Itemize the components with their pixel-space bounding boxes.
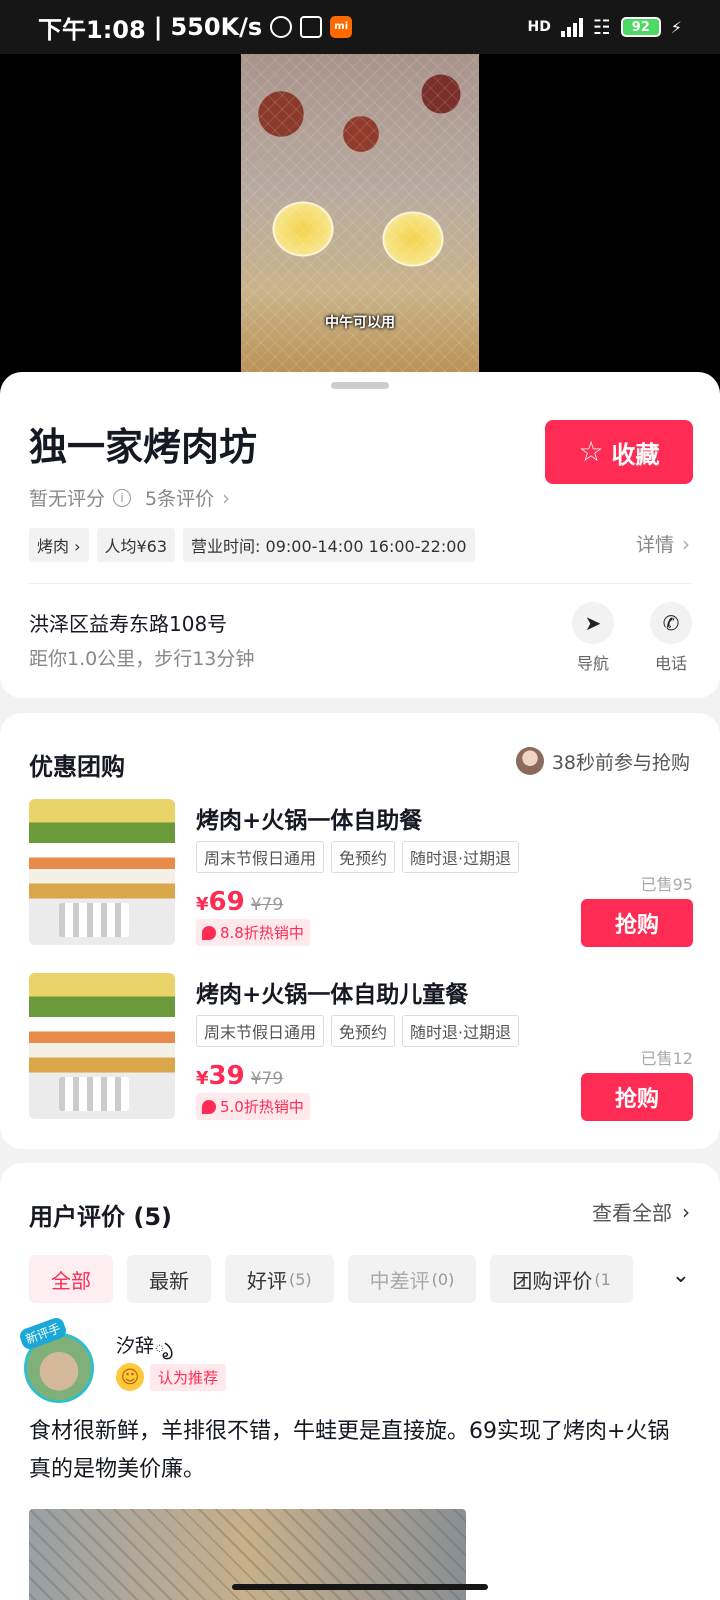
rating-text: 暂无评分 [29,488,106,510]
filter-latest[interactable]: 最新 [127,1255,211,1303]
hours-tag: 营业时间: 09:00-14:00 16:00-22:00 [183,528,475,562]
favorite-button[interactable]: ☆ 收藏 [545,420,693,484]
deal-tags: 周末节假日通用 免预约 随时退·过期退 [196,841,520,873]
deal-tag: 周末节假日通用 [196,841,325,873]
filter-all[interactable]: 全部 [29,1255,113,1303]
smiley-icon: ☺ [116,1363,144,1391]
sold-count: 已售12 [640,1049,693,1068]
favorite-label: 收藏 [611,440,660,469]
avatar [515,747,544,775]
category-tag[interactable]: 烤肉 › [29,528,89,562]
reviews-card: 用户评价 (5) 查看全部 › 全部 最新 好评 (5) 中差评 (0) 团购评价(… [0,1163,720,1600]
chevron-right-icon: › [222,485,231,510]
shop-tags: 烤肉 › 人均¥63 营业时间: 09:00-14:00 16:00-22:00 [29,528,475,562]
video-caption: 中午可以用 [325,315,395,331]
deal-tag: 免预约 [331,1015,396,1047]
deal-item[interactable]: 烤肉+火锅一体自助儿童餐 周末节假日通用 免预约 随时退·过期退 ¥39 ¥79… [29,973,693,1123]
alarm-icon [270,16,293,38]
shop-name: 独一家烤肉坊 [29,425,258,469]
status-speed: 550K/s [170,13,263,41]
see-all-link[interactable]: 查看全部 › [592,1197,690,1226]
deal-image [29,799,175,945]
shop-info-card: 独一家烤肉坊 ☆ 收藏 暂无评分 i 5条评价 › 烤肉 › 人均¥63 营业时… [0,372,720,698]
navigation-button[interactable]: ➤ 导航 [568,602,618,674]
price-row: ¥39 ¥79 [196,1061,283,1091]
video-player[interactable]: 中午可以用 [0,54,720,394]
deal-tags: 周末节假日通用 免预约 随时退·过期退 [196,1015,520,1047]
status-right: HD ☷ 92 ⚡ [527,15,682,39]
original-price: ¥79 [250,895,284,915]
status-bar: 下午1:08 | 550K/s mi HD ☷ 92 ⚡ [0,0,720,54]
deals-card: 优惠团购 38秒前参与抢购 烤肉+火锅一体自助餐 周末节假日通用 免预约 随时退… [0,713,720,1149]
buy-button[interactable]: 抢购 [581,1073,693,1121]
deal-tag: 随时退·过期退 [402,1015,520,1047]
deal-tag: 免预约 [331,841,396,873]
original-price: ¥79 [250,1069,284,1089]
deal-tag: 随时退·过期退 [402,841,520,873]
rating-row: 暂无评分 i 5条评价 › [29,484,230,511]
tag-icon [202,1099,216,1114]
buy-button[interactable]: 抢购 [581,899,693,947]
avg-price-tag: 人均¥63 [96,528,176,562]
reviewer-name[interactable]: 汐辞ృ [116,1331,173,1362]
signal-icon [560,17,583,37]
filter-groupbuy[interactable]: 团购评价 (1 [490,1255,633,1303]
promo-badge: 8.8折热销中 [196,919,310,946]
deal-name: 烤肉+火锅一体自助餐 [196,808,423,834]
deal-item[interactable]: 烤肉+火锅一体自助餐 周末节假日通用 免预约 随时退·过期退 ¥69 ¥79 8… [29,799,693,949]
price-row: ¥69 ¥79 [196,887,283,917]
review-text: 食材很新鲜，羊排很不错，牛蛙更是直接旋。69实现了烤肉+火锅真的是物美价廉。 [29,1419,670,1482]
chevron-down-icon[interactable]: ⌄ [672,1263,690,1288]
recommend-badge: ☺ 认为推荐 [116,1363,227,1391]
shop-distance: 距你1.0公里，步行13分钟 [29,648,255,670]
navigation-icon: ➤ [572,602,614,644]
battery-icon: 92 [620,17,661,37]
tag-icon [202,925,216,940]
chevron-right-icon: › [682,531,690,556]
call-button[interactable]: ✆ 电话 [646,602,696,674]
reviews-title: 用户评价 (5) [29,1203,172,1231]
deal-price: ¥69 [196,887,245,917]
detail-link[interactable]: 详情 › [636,530,690,557]
purchase-activity: 38秒前参与抢购 [515,747,690,775]
network-type: HD [527,19,551,35]
star-icon: ☆ [578,435,604,468]
home-indicator[interactable] [232,1584,488,1590]
drag-handle[interactable] [331,382,389,389]
charging-icon: ⚡ [670,17,682,37]
status-time: 下午1:08 [38,15,146,44]
deals-title: 优惠团购 [29,753,125,781]
filter-negative[interactable]: 中差评 (0) [347,1255,477,1303]
filter-positive[interactable]: 好评 (5) [225,1255,334,1303]
promo-badge: 5.0折热销中 [196,1093,310,1120]
deal-price: ¥39 [196,1061,245,1091]
sold-count: 已售95 [640,875,693,894]
nfc-icon [300,16,323,38]
divider [29,583,691,584]
video-frame: 中午可以用 [241,54,479,394]
navigation-label: 导航 [576,654,609,673]
info-icon[interactable]: i [113,488,132,507]
deal-tag: 周末节假日通用 [196,1015,325,1047]
review-filter-chips: 全部 最新 好评 (5) 中差评 (0) 团购评价 (1 [29,1255,633,1303]
call-label: 电话 [654,654,687,673]
mi-app-icon: mi [330,16,353,38]
deal-image [29,973,175,1119]
deal-name: 烤肉+火锅一体自助儿童餐 [196,982,469,1008]
shop-address: 洪泽区益寿东路108号 [29,612,228,636]
chevron-right-icon: › [682,1199,690,1224]
phone-icon: ✆ [650,602,692,644]
wifi-icon: ☷ [592,15,611,39]
reviews-link[interactable]: 5条评价 [145,484,214,511]
status-left: 下午1:08 | 550K/s mi [38,10,353,45]
